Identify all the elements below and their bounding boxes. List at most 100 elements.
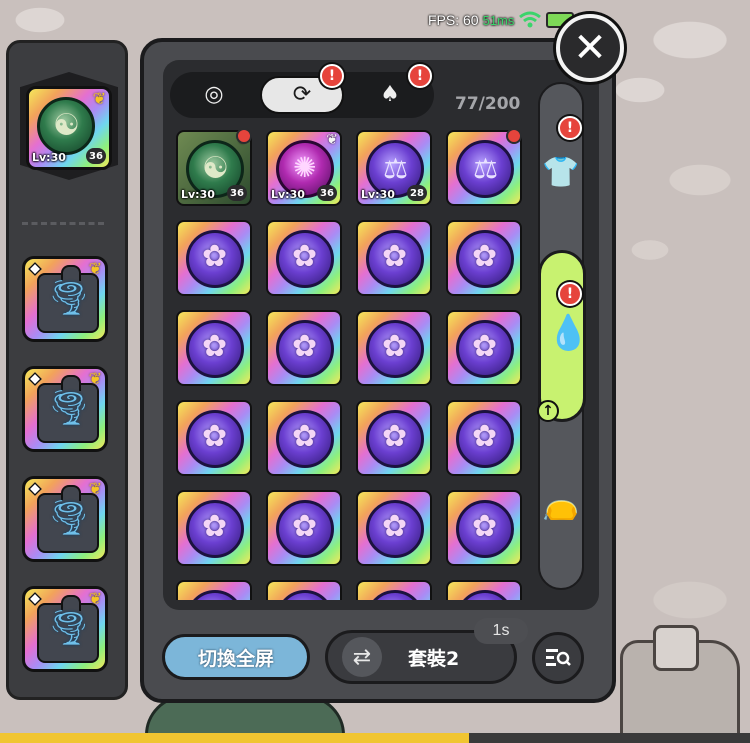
item-flower-emblem[interactable]	[176, 400, 252, 476]
item-flower-emblem[interactable]	[446, 220, 522, 296]
item-flower-emblem[interactable]	[176, 490, 252, 566]
flower-orb-icon	[456, 500, 514, 558]
tornado-icon: 🌪	[47, 498, 91, 538]
flower-orb-icon	[186, 500, 244, 558]
item-flower-emblem[interactable]	[446, 310, 522, 386]
item-flower-emblem[interactable]	[266, 400, 342, 476]
bow-icon: ❦	[88, 589, 102, 608]
flower-orb-icon	[276, 590, 334, 600]
alert-badge: !	[558, 116, 582, 140]
item-flower-emblem[interactable]	[356, 310, 432, 386]
flower-orb-icon	[186, 320, 244, 378]
item-flower-emblem[interactable]	[266, 580, 342, 600]
item-count: 28	[407, 185, 427, 201]
libra-orb-icon	[456, 140, 514, 198]
item-flower-emblem[interactable]	[446, 400, 522, 476]
left-divider	[22, 222, 104, 225]
water-drop-icon: 💧	[547, 313, 590, 353]
item-flower-emblem[interactable]	[176, 220, 252, 296]
item-flower-emblem[interactable]	[266, 490, 342, 566]
tornado-icon: 🌪	[47, 388, 91, 428]
close-button[interactable]: ✕	[556, 14, 624, 82]
set-rail-drop[interactable]: 💧	[538, 250, 590, 422]
filter-search-button[interactable]	[532, 632, 584, 684]
new-dot	[236, 128, 252, 144]
item-count: 36	[317, 185, 337, 201]
wifi-icon	[519, 11, 542, 28]
item-flower-emblem[interactable]	[356, 580, 432, 600]
item-flower-emblem[interactable]	[176, 580, 252, 600]
set-swap-icon: ⇄	[342, 637, 382, 677]
latency-readout: 51ms	[482, 12, 515, 28]
cooldown-timer: 1s	[474, 618, 528, 644]
flower-orb-icon	[276, 410, 334, 468]
item-flower-emblem[interactable]	[356, 490, 432, 566]
flower-orb-icon	[366, 230, 424, 288]
item-flower-emblem[interactable]	[266, 220, 342, 296]
item-count: 36	[227, 185, 247, 201]
bow-icon: ❦	[92, 89, 106, 108]
flower-orb-icon	[366, 320, 424, 378]
bow-icon: ❦	[88, 259, 102, 278]
flower-orb-icon	[366, 590, 424, 600]
flower-orb-icon	[276, 230, 334, 288]
item-libra[interactable]: Lv:30 28	[356, 130, 432, 206]
flower-orb-icon	[186, 410, 244, 468]
spiral-emblem-icon: ◎	[204, 82, 224, 107]
flower-orb-icon	[456, 590, 514, 600]
flower-orb-icon	[276, 500, 334, 558]
flower-orb-icon	[456, 410, 514, 468]
item-flower-emblem[interactable]	[446, 490, 522, 566]
tab-emblem[interactable]: ◎	[172, 76, 256, 114]
close-icon: ✕	[573, 25, 607, 71]
item-flower-emblem[interactable]	[356, 400, 432, 476]
set-rail-tunic[interactable]: 👕	[539, 150, 583, 194]
dragon-orb-icon	[37, 97, 95, 155]
alert-badge: !	[408, 64, 432, 88]
status-bar: FPS: 60 51ms	[428, 10, 575, 30]
equipped-count: 36	[86, 148, 106, 164]
equipped-level: Lv:30	[32, 151, 66, 164]
card-icon: ♠	[380, 82, 400, 107]
xp-bar-fill	[0, 733, 469, 743]
new-dot	[506, 128, 522, 144]
tornado-icon: 🌪	[47, 608, 91, 648]
flower-orb-icon	[366, 410, 424, 468]
bow-icon: ❦	[88, 479, 102, 498]
item-flower-emblem[interactable]	[266, 310, 342, 386]
equip-slot-1[interactable]: 🌪 ❦	[22, 256, 108, 342]
swirl-emblem-icon: ⟳	[292, 82, 312, 107]
equip-slot-4[interactable]: 🌪 ❦	[22, 586, 108, 672]
fullscreen-button[interactable]: 切換全屏	[162, 634, 310, 680]
flower-orb-icon	[456, 230, 514, 288]
equip-slot-2[interactable]: 🌪 ❦	[22, 366, 108, 452]
equipped-emblem[interactable]: ❦ Lv:30 36	[26, 86, 112, 170]
set-label: 套裝2	[408, 647, 460, 670]
set-rail-pouch[interactable]: 👝	[539, 482, 583, 526]
item-level: Lv:30	[181, 188, 215, 201]
pouch-icon: 👝	[542, 486, 580, 522]
equip-slot-3[interactable]: 🌪 ❦	[22, 476, 108, 562]
filter-search-icon	[546, 649, 571, 666]
tunic-icon: 👕	[542, 154, 580, 190]
bow-icon: ❦	[88, 369, 102, 388]
flower-orb-icon	[276, 320, 334, 378]
alert-badge: !	[320, 64, 344, 88]
item-flower-emblem[interactable]	[356, 220, 432, 296]
item-level: Lv:30	[361, 188, 395, 201]
flower-orb-icon	[186, 230, 244, 288]
flower-orb-icon	[186, 590, 244, 600]
item-flower-emblem[interactable]	[176, 310, 252, 386]
inventory-count: 77/200	[455, 94, 521, 114]
tornado-icon: 🌪	[47, 278, 91, 318]
bow-icon: ❦	[326, 132, 338, 148]
alert-badge: !	[558, 282, 582, 306]
fps-readout: FPS: 60	[428, 12, 479, 28]
item-level: Lv:30	[271, 188, 305, 201]
flower-orb-icon	[366, 500, 424, 558]
item-rune[interactable]: ❦ Lv:30 36	[266, 130, 342, 206]
background-rock	[620, 625, 740, 743]
item-flower-emblem[interactable]	[446, 580, 522, 600]
item-grid: ❦ Lv:30 36 ❦ Lv:30 36 Lv:30 28	[172, 128, 532, 600]
flower-orb-icon	[456, 320, 514, 378]
